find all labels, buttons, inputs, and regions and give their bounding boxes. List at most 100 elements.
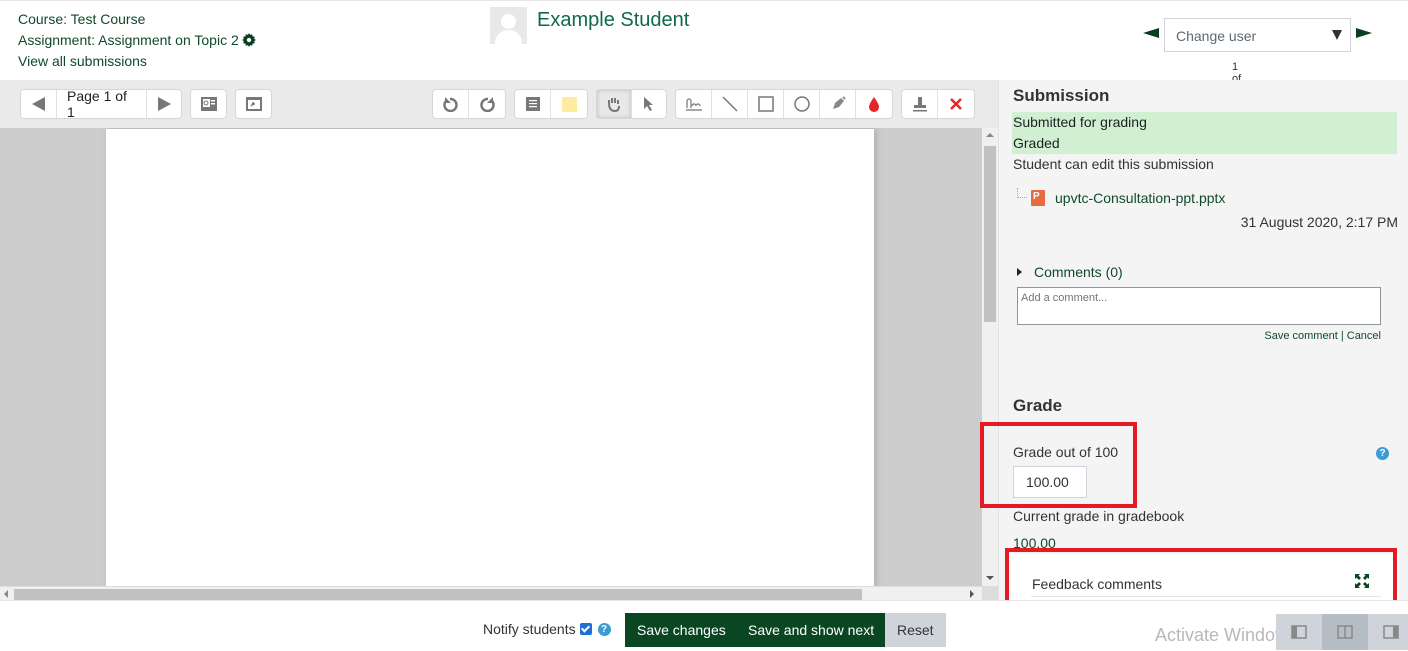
separator: |	[1337, 330, 1347, 342]
expand-comments-icon	[245, 97, 262, 111]
notify-students: Notify students ?	[483, 621, 611, 637]
comments-toggle[interactable]: Comments (0)	[1017, 264, 1123, 280]
layout-right-icon	[1383, 625, 1399, 639]
rotate-left-button[interactable]	[433, 90, 469, 118]
pen-icon	[685, 98, 702, 111]
vertical-scrollbar[interactable]	[982, 128, 998, 586]
save-and-show-next-button[interactable]: Save and show next	[736, 613, 887, 647]
scrollbar-corner	[982, 586, 998, 600]
stamp-button[interactable]	[902, 90, 938, 118]
delete-icon	[950, 98, 962, 110]
scroll-thumb[interactable]	[984, 146, 996, 322]
change-user-select[interactable]: Change user	[1164, 18, 1351, 52]
prev-page-button[interactable]	[21, 90, 57, 118]
action-footer: Notify students ? Save changes Save and …	[0, 600, 1408, 651]
comment-button[interactable]	[515, 90, 551, 118]
pan-icon	[608, 98, 620, 112]
powerpoint-file-icon	[1031, 190, 1045, 206]
header-links: Course: Test Course Assignment: Assignme…	[18, 9, 256, 72]
rectangle-button[interactable]	[748, 90, 784, 118]
delete-annotation-button[interactable]	[938, 90, 974, 118]
expand-comments-button[interactable]	[235, 89, 272, 119]
prev-page-icon	[31, 97, 45, 111]
layout-switcher	[1276, 614, 1408, 650]
rotate-right-icon	[480, 97, 495, 112]
page-select[interactable]: Page 1 of 1	[57, 88, 147, 120]
pen-button[interactable]	[676, 90, 712, 118]
default-layout-button[interactable]	[1322, 614, 1368, 650]
search-comments-button[interactable]	[190, 89, 227, 119]
comment-color-button[interactable]	[551, 90, 587, 118]
tree-connector	[1017, 188, 1027, 198]
course-link[interactable]: Course: Test Course	[18, 9, 256, 30]
highlighter-button[interactable]	[820, 90, 856, 118]
cancel-comment-link[interactable]: Cancel	[1347, 330, 1381, 342]
save-changes-button[interactable]: Save changes	[625, 613, 738, 647]
annotation-toolbar: Page 1 of 1	[0, 80, 998, 128]
next-page-button[interactable]	[147, 90, 181, 118]
stamp-group	[901, 89, 975, 119]
edit-status: Student can edit this submission	[1013, 156, 1214, 172]
drawing-tools	[675, 89, 893, 119]
scroll-right-icon[interactable]	[970, 590, 974, 598]
grading-panel: Submission Submitted for grading Graded …	[998, 80, 1408, 600]
submission-heading: Submission	[1013, 86, 1110, 105]
oval-button[interactable]	[784, 90, 820, 118]
annotation-color-button[interactable]	[856, 90, 892, 118]
oval-icon	[793, 96, 810, 112]
comment-color-icon	[561, 96, 577, 112]
rotate-left-icon	[442, 97, 458, 112]
scroll-thumb[interactable]	[14, 589, 862, 600]
file-link[interactable]: upvtc-Consultation-ppt.pptx	[1055, 190, 1225, 206]
rotate-right-button[interactable]	[469, 90, 505, 118]
save-comment-link[interactable]: Save comment	[1264, 330, 1337, 342]
next-user-icon[interactable]	[1356, 28, 1372, 38]
avatar	[490, 7, 527, 44]
notify-label: Notify students	[483, 621, 576, 637]
file-date: 31 August 2020, 2:17 PM	[1240, 214, 1398, 230]
gear-icon[interactable]	[241, 33, 256, 47]
horizontal-scrollbar[interactable]	[0, 586, 982, 600]
student-info: Example Student	[490, 7, 689, 44]
notify-checkbox[interactable]	[579, 623, 592, 635]
assignment-link[interactable]: Assignment: Assignment on Topic 2	[18, 32, 239, 48]
previous-user-icon[interactable]	[1143, 28, 1159, 38]
reset-button[interactable]: Reset	[885, 613, 946, 647]
stamp-icon	[912, 97, 927, 112]
pdf-page[interactable]	[106, 129, 874, 586]
next-page-icon	[158, 97, 171, 111]
highlight-box-grade	[980, 422, 1137, 508]
highlight-box-feedback	[1005, 548, 1397, 608]
help-icon[interactable]: ?	[597, 622, 611, 636]
cursor-group	[596, 89, 667, 119]
scroll-up-icon[interactable]	[986, 133, 994, 137]
change-user-placeholder: Change user	[1176, 28, 1257, 44]
current-grade-label: Current grade in gradebook	[1013, 508, 1185, 524]
comment-input[interactable]	[1017, 287, 1381, 325]
annotation-color-icon	[869, 97, 879, 112]
comment-icon	[525, 97, 540, 111]
student-name[interactable]: Example Student	[537, 9, 689, 32]
chevron-down-icon	[1332, 30, 1342, 40]
rotate-group	[432, 89, 506, 119]
collapse-grade-panel-button[interactable]	[1276, 614, 1322, 650]
pan-button[interactable]	[597, 90, 632, 118]
scroll-left-icon[interactable]	[4, 590, 8, 598]
select-icon	[644, 97, 653, 111]
scroll-down-icon[interactable]	[986, 576, 994, 580]
line-button[interactable]	[712, 90, 748, 118]
page-navigation: Page 1 of 1	[20, 88, 182, 120]
collapse-review-panel-button[interactable]	[1368, 614, 1408, 650]
submission-status: Submitted for grading Graded	[1012, 112, 1397, 154]
submitted-file: upvtc-Consultation-ppt.pptx	[1017, 188, 1225, 206]
comments-label: Comments (0)	[1034, 264, 1123, 280]
status-submitted: Submitted for grading	[1013, 114, 1147, 130]
view-all-submissions-link[interactable]: View all submissions	[18, 51, 256, 72]
select-button[interactable]	[632, 90, 666, 118]
assignment-row: Assignment: Assignment on Topic 2	[18, 30, 256, 51]
help-icon[interactable]: ?	[1376, 447, 1389, 460]
highlighter-icon	[831, 96, 846, 111]
layout-split-icon	[1337, 625, 1353, 639]
search-comments-icon	[200, 97, 217, 111]
grading-header: Course: Test Course Assignment: Assignme…	[0, 0, 1408, 108]
